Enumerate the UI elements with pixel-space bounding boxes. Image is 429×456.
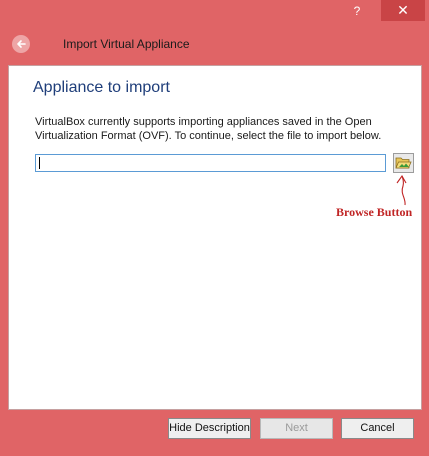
next-button[interactable]: Next <box>260 418 333 439</box>
close-button[interactable]: ✕ <box>381 0 425 21</box>
back-arrow-icon <box>17 40 26 48</box>
file-path-input[interactable] <box>35 154 386 172</box>
dialog-title: Import Virtual Appliance <box>63 37 190 51</box>
back-button[interactable] <box>12 35 30 53</box>
dialog-header: Import Virtual Appliance <box>0 25 429 65</box>
cancel-button[interactable]: Cancel <box>341 418 414 439</box>
hide-description-button[interactable]: Hide Description <box>168 418 251 439</box>
annotation-label: Browse Button <box>336 205 413 219</box>
content-panel: Appliance to import VirtualBox currently… <box>8 65 422 410</box>
text-caret <box>39 157 40 169</box>
title-bar: ? ✕ <box>0 0 429 25</box>
dialog-footer: Hide Description Next Cancel <box>0 410 429 456</box>
page-description: VirtualBox currently supports importing … <box>35 116 382 142</box>
help-button[interactable]: ? <box>340 0 374 22</box>
browse-button[interactable] <box>393 153 414 173</box>
annotation-arrow-icon <box>396 174 407 206</box>
import-appliance-window: ? ✕ Import Virtual Appliance Appliance t… <box>0 0 429 456</box>
page-heading: Appliance to import <box>33 79 170 96</box>
open-folder-icon <box>395 157 412 169</box>
